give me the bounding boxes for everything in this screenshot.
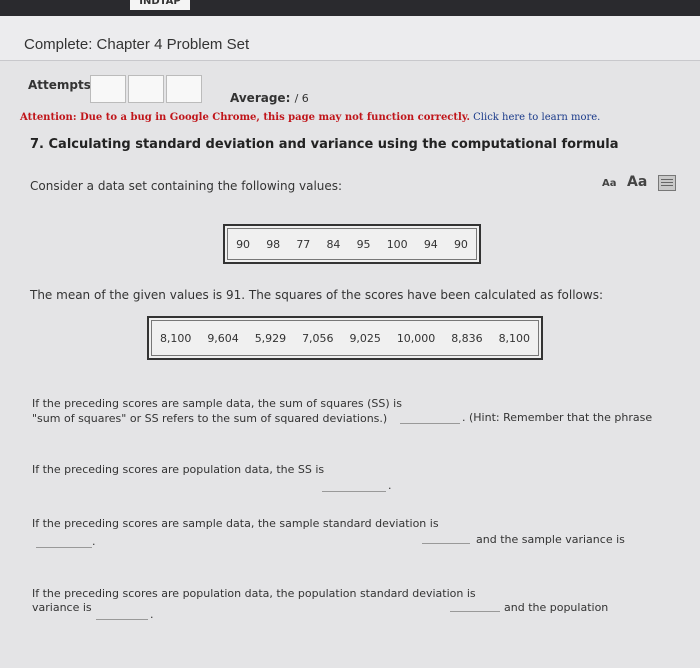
square-cell: 9,604 [207, 331, 239, 345]
q4-end: . [150, 608, 154, 621]
square-cell: 5,929 [254, 331, 287, 345]
value-cell: 90 [453, 237, 468, 251]
squares-row: 8,100 9,604 5,929 7,056 9,025 10,000 8,836 8,10… [151, 320, 539, 356]
value-cell: 100 [386, 237, 408, 251]
q2-text: If the preceding scores are population d… [32, 463, 325, 476]
attempt-box-3 [166, 75, 202, 103]
square-cell: 10,000 [396, 331, 436, 345]
square-cell: 8,100 [498, 331, 531, 345]
value-cell: 98 [266, 237, 281, 251]
assignment-header: Complete: Chapter 4 Problem Set [0, 16, 700, 61]
attempt-box-2 [128, 75, 164, 103]
q4-part3: variance is [32, 601, 92, 614]
question-panel: Attempts: Average: / 6 Attention: Due to… [0, 61, 700, 668]
q3-text: If the preceding scores are sample data,… [32, 517, 439, 530]
q1-blank-dropdown[interactable] [400, 409, 460, 424]
q3-blank-variance-dropdown[interactable] [36, 533, 92, 548]
attempts-label: Attempts: [28, 78, 96, 92]
q4-part2: and the population [504, 601, 609, 614]
average-label: Average: [230, 91, 291, 105]
q1-part2: . (Hint: Remember that the phrase [462, 411, 653, 424]
attention-banner: Attention: Due to a bug in Google Chrome… [20, 112, 600, 123]
q4-text: If the preceding scores are population d… [32, 587, 476, 600]
average-value: / 6 [294, 92, 309, 105]
square-cell: 8,100 [159, 331, 192, 345]
q3-blank-std-dropdown[interactable] [422, 529, 470, 544]
text-size-small-button[interactable]: Aa [602, 178, 617, 189]
value-cell: 95 [356, 237, 371, 251]
question-title: 7. Calculating standard deviation and va… [30, 137, 619, 152]
q1-part3: "sum of squares" or SS refers to the sum… [32, 412, 388, 425]
mean-text: The mean of the given values is 91. The … [30, 288, 604, 302]
values-row: 90 98 77 84 95 100 94 90 [227, 228, 477, 260]
values-table: 90 98 77 84 95 100 94 90 [223, 224, 481, 264]
value-cell: 90 [236, 237, 251, 251]
q4-blank-variance-dropdown[interactable] [96, 605, 148, 620]
q1-part1: If the preceding scores are sample data,… [32, 397, 402, 410]
attention-text: Attention: Due to a bug in Google Chrome… [20, 112, 470, 123]
square-cell: 9,025 [349, 331, 381, 345]
q3-end: . [92, 535, 96, 548]
value-cell: 77 [296, 237, 311, 251]
q4-blank-std-dropdown[interactable] [450, 597, 500, 612]
q2-end: . [388, 479, 392, 492]
page-title: Complete: Chapter 4 Problem Set [24, 36, 250, 53]
value-cell: 94 [423, 237, 438, 251]
attempt-box-1 [90, 75, 126, 103]
q2-blank-dropdown[interactable] [322, 477, 386, 492]
app-logo: INDTAP [130, 0, 190, 10]
square-cell: 8,836 [451, 331, 483, 345]
learn-more-link[interactable]: Click here to learn more. [473, 112, 600, 123]
square-cell: 7,056 [302, 331, 334, 345]
q1-text: If the preceding scores are sample data,… [32, 397, 402, 411]
squares-table: 8,100 9,604 5,929 7,056 9,025 10,000 8,836 8,10… [147, 316, 543, 360]
value-cell: 84 [326, 237, 341, 251]
text-size-controls: Aa Aa [602, 174, 676, 191]
browser-topbar: INDTAP [0, 0, 700, 16]
book-icon[interactable] [657, 174, 676, 191]
average-score: Average: / 6 [230, 91, 309, 105]
question-intro: Consider a data set containing the follo… [30, 179, 343, 193]
text-size-large-button[interactable]: Aa [627, 174, 647, 190]
q3-part2: and the sample variance is [476, 533, 625, 546]
